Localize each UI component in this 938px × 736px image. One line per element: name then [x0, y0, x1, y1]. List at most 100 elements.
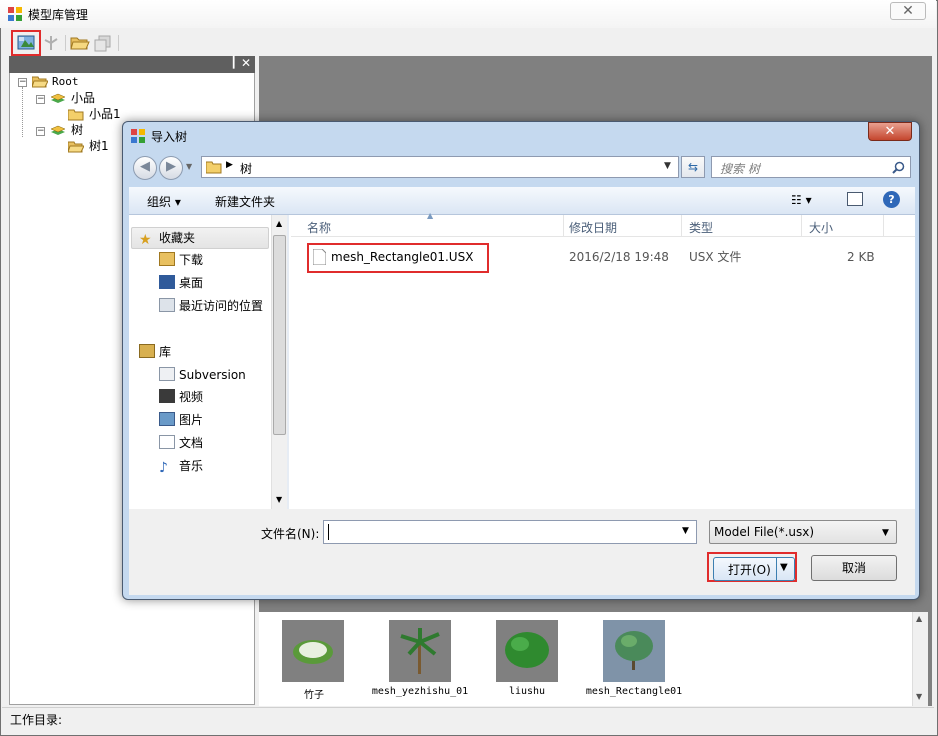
text-cursor — [328, 524, 329, 540]
document-library-icon — [159, 367, 175, 381]
scroll-down-icon[interactable]: ▼ — [276, 495, 282, 504]
column-date[interactable]: 修改日期 — [569, 219, 617, 236]
breadcrumb-folder[interactable]: 树 — [240, 160, 252, 177]
import-model-button[interactable] — [15, 33, 37, 53]
tree-node-shu[interactable]: 树 — [71, 122, 83, 138]
scroll-up-icon[interactable]: ▲ — [916, 614, 922, 623]
file-size: 2 KB — [847, 250, 875, 264]
downloads-icon — [159, 252, 175, 266]
refresh-icon[interactable]: ⇆ — [681, 156, 705, 178]
history-dropdown-icon[interactable]: ▼ — [186, 162, 192, 171]
model-label: 竹子 — [304, 690, 324, 701]
nav-libraries[interactable]: 库 — [139, 342, 171, 362]
open-dropdown-icon[interactable]: ▼ — [780, 562, 788, 573]
column-separator[interactable] — [883, 215, 884, 237]
file-type: USX 文件 — [689, 250, 742, 264]
scroll-thumb[interactable] — [273, 235, 286, 435]
sort-ascending-icon: ▲ — [427, 211, 434, 220]
nav-favorites[interactable]: ★ 收藏夹 — [139, 228, 195, 248]
tree-tool-icon — [44, 36, 58, 50]
filetype-dropdown-icon[interactable]: ▼ — [882, 522, 889, 544]
filetype-select[interactable]: Model File(*.usx) ▼ — [709, 520, 897, 544]
folder-icon — [68, 109, 84, 121]
nav-music[interactable]: ♪ 音乐 — [159, 456, 203, 476]
pin-icon[interactable]: ┃ — [230, 56, 237, 69]
tree-node-shu1[interactable]: 树1 — [89, 138, 109, 154]
model-gallery: 竹子 mesh_yezhishu_01 liushu mesh_Rectangl… — [259, 612, 912, 706]
column-separator[interactable] — [681, 215, 682, 237]
address-row: ◀ ▶ ▼ ▶ 树 ▼ ⇆ 搜索 树 — [129, 153, 915, 181]
import-icon — [17, 35, 35, 50]
tree-node-root[interactable]: Root — [52, 74, 79, 90]
folder-icon — [206, 161, 222, 174]
model-thumbnail[interactable] — [496, 620, 558, 682]
file-name[interactable]: mesh_Rectangle01.USX — [331, 246, 473, 268]
address-dropdown-icon[interactable]: ▼ — [664, 161, 671, 171]
open-button[interactable]: 打开(O) ▼ — [713, 557, 795, 581]
cancel-button[interactable]: 取消 — [811, 555, 897, 581]
model-thumbnail[interactable] — [389, 620, 451, 682]
pane-splitter[interactable] — [287, 215, 289, 509]
dialog-close-button[interactable]: ✕ — [868, 122, 912, 141]
collapse-icon[interactable]: − — [36, 127, 45, 136]
palm-thumbnail-icon — [400, 628, 440, 674]
filetype-value: Model File(*.usx) — [714, 525, 815, 539]
column-type[interactable]: 类型 — [689, 219, 713, 236]
window-close-button[interactable]: ✕ — [890, 2, 926, 20]
music-icon: ♪ — [159, 460, 168, 476]
scroll-down-icon[interactable]: ▼ — [916, 692, 922, 701]
layers-icon — [50, 93, 66, 103]
open-folder-button[interactable] — [69, 33, 91, 53]
back-icon[interactable]: ◀ — [133, 156, 157, 180]
tree-node-xiaopin[interactable]: 小品 — [71, 90, 95, 106]
breadcrumb-arrow-icon[interactable]: ▶ — [226, 160, 233, 170]
tree-tool-button[interactable] — [40, 33, 62, 53]
collapse-icon[interactable]: − — [36, 95, 45, 104]
scroll-up-icon[interactable]: ▲ — [276, 219, 282, 228]
preview-pane-icon[interactable] — [847, 192, 863, 206]
file-row[interactable]: mesh_Rectangle01.USX 2016/2/18 19:48 USX… — [291, 243, 891, 273]
panel-close-icon[interactable]: ✕ — [241, 56, 251, 70]
import-dialog: 导入树 ✕ ◀ ▶ ▼ ▶ 树 ▼ ⇆ 搜索 树 组织 ▾ 新建文件夹 ☷ ▾ … — [122, 121, 920, 600]
model-thumbnail[interactable] — [282, 620, 344, 682]
address-bar[interactable]: ▶ 树 ▼ — [201, 156, 679, 178]
tree-line — [22, 87, 23, 137]
willow-thumbnail-icon — [505, 632, 549, 668]
nav-pictures[interactable]: 图片 — [159, 410, 203, 430]
dialog-title: 导入树 — [151, 130, 188, 144]
search-placeholder: 搜索 树 — [720, 162, 760, 176]
help-icon[interactable]: ? — [883, 191, 900, 208]
column-size[interactable]: 大小 — [809, 219, 833, 236]
search-input[interactable]: 搜索 树 — [711, 156, 911, 178]
copy-button[interactable] — [92, 33, 114, 53]
command-bar: 组织 ▾ 新建文件夹 ☷ ▾ ? — [129, 187, 915, 215]
model-thumbnail-selected[interactable] — [603, 620, 665, 682]
tree-node-xiaopin1[interactable]: 小品1 — [89, 106, 121, 122]
search-icon[interactable] — [892, 161, 905, 174]
video-icon — [159, 389, 175, 403]
new-folder-button[interactable]: 新建文件夹 — [215, 193, 275, 210]
gallery-scrollbar[interactable]: ▲ ▼ — [912, 612, 928, 706]
nav-documents[interactable]: 文档 — [159, 433, 203, 453]
nav-recent[interactable]: 最近访问的位置 — [159, 296, 263, 316]
nav-desktop[interactable]: 桌面 — [159, 273, 203, 293]
filename-dropdown-icon[interactable]: ▼ — [682, 526, 689, 536]
forward-icon[interactable]: ▶ — [159, 156, 183, 180]
view-options-icon[interactable]: ☷ ▾ — [791, 193, 812, 207]
nav-downloads[interactable]: 下载 — [159, 250, 203, 270]
dialog-body: ★ 收藏夹 下载 桌面 最近访问的位置 库 Subversion 视频 图片 文档… — [129, 211, 915, 509]
recent-places-icon — [159, 298, 175, 312]
picture-icon — [159, 412, 175, 426]
column-separator[interactable] — [801, 215, 802, 237]
desktop-icon — [159, 275, 175, 289]
collapse-icon[interactable]: − — [18, 78, 27, 87]
nav-subversion[interactable]: Subversion — [159, 365, 246, 385]
organize-menu[interactable]: 组织 ▾ — [147, 193, 181, 210]
column-separator[interactable] — [563, 215, 564, 237]
toolbar-separator — [118, 35, 119, 51]
nav-videos[interactable]: 视频 — [159, 387, 203, 407]
nav-scrollbar[interactable]: ▲ ▼ — [271, 215, 287, 509]
star-icon: ★ — [139, 232, 152, 248]
filename-input[interactable]: ▼ — [323, 520, 697, 544]
column-name[interactable]: 名称 — [307, 219, 331, 236]
